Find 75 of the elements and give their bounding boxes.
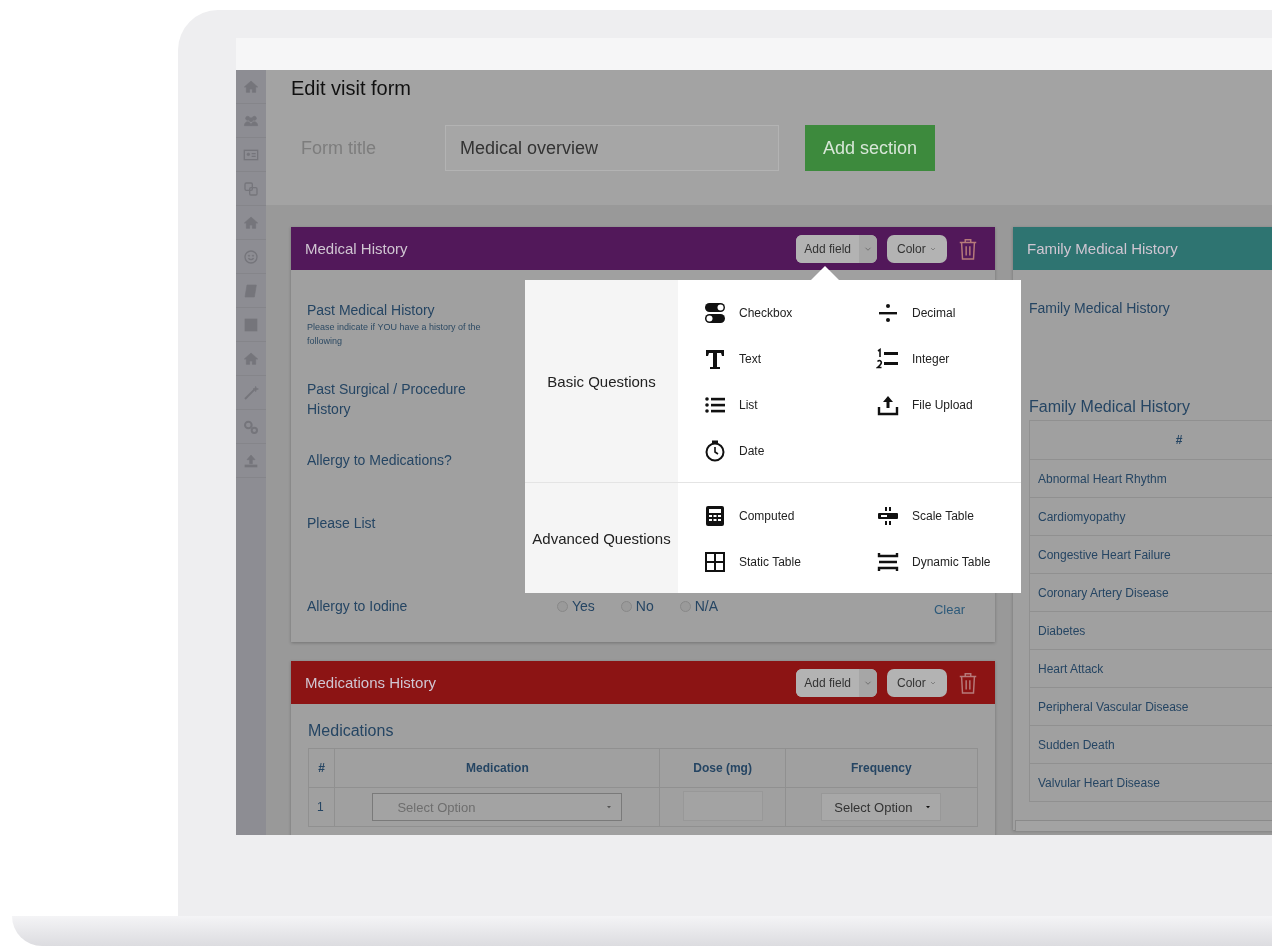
section-title: Medical History xyxy=(305,240,409,257)
scale-table-icon xyxy=(876,504,900,528)
divide-icon xyxy=(876,301,900,325)
column-header: Dose (mg) xyxy=(660,748,786,788)
table-cell: Valvular Heart Disease xyxy=(1029,763,1272,802)
menu-item[interactable]: Text xyxy=(703,336,876,382)
dropdown-arrow-icon xyxy=(605,803,614,811)
menu-item[interactable]: Static Table xyxy=(703,539,876,585)
question-label: Allergy to Medications? xyxy=(307,451,453,470)
table-heading: Family Medical History xyxy=(1029,398,1191,416)
copy-icon[interactable] xyxy=(243,180,259,197)
table-cell: Heart Attack xyxy=(1029,649,1272,688)
question-label: Past Medical History xyxy=(307,301,436,320)
color-button[interactable]: Color xyxy=(887,668,947,697)
radio-button[interactable] xyxy=(557,600,568,612)
radio-label: No xyxy=(635,598,654,614)
numbered-list-icon xyxy=(876,347,900,371)
book-icon[interactable] xyxy=(243,282,259,299)
menu-item[interactable]: Scale Table xyxy=(876,493,1026,539)
home-icon[interactable] xyxy=(243,214,259,231)
radio-button[interactable] xyxy=(679,600,691,612)
home-icon[interactable] xyxy=(243,350,259,367)
column-header: # xyxy=(1029,420,1272,460)
menu-item[interactable]: Date xyxy=(703,428,876,474)
dropdown-arrow-icon xyxy=(924,803,933,811)
menu-item[interactable]: Computed xyxy=(703,493,876,539)
color-button[interactable]: Color xyxy=(887,234,947,263)
question-hint: Please indicate if YOU have a history of the following xyxy=(307,321,482,348)
menu-item[interactable]: Integer xyxy=(876,336,1026,382)
section-title: Family Medical History xyxy=(1027,240,1179,257)
question-label: Family Medical History xyxy=(1029,300,1171,316)
menu-item[interactable]: Decimal xyxy=(876,290,1026,336)
form-title-field[interactable]: Medical overview xyxy=(445,125,779,171)
row-number: 1 xyxy=(308,787,335,827)
dynamic-table-icon xyxy=(876,550,900,574)
menu-group-title: Advanced Questions xyxy=(525,483,678,593)
square-icon[interactable] xyxy=(243,316,259,333)
text-icon xyxy=(703,347,727,371)
column-header: Medication xyxy=(334,748,660,788)
menu-item[interactable]: Checkbox xyxy=(703,290,876,336)
table-cell: Diabetes xyxy=(1029,611,1272,650)
table-cell: Cardiomyopathy xyxy=(1029,497,1272,536)
table-cell: Peripheral Vascular Disease xyxy=(1029,687,1272,726)
wand-icon[interactable] xyxy=(243,384,259,401)
menu-item[interactable]: File Upload xyxy=(876,382,1026,428)
question-label: Please List xyxy=(307,514,377,533)
dropdown-toggle[interactable] xyxy=(859,234,877,263)
table-heading: Medications xyxy=(308,722,395,740)
toggle-icon xyxy=(703,301,727,325)
radio-label: N/A xyxy=(694,598,719,614)
table-icon xyxy=(703,550,727,574)
menu-item[interactable]: List xyxy=(703,382,876,428)
smiley-icon[interactable] xyxy=(243,248,259,265)
question-label: Past Surgical / Procedure History xyxy=(307,380,467,419)
gears-icon[interactable] xyxy=(243,418,259,435)
radio-button[interactable] xyxy=(620,600,632,612)
section-title: Medications History xyxy=(305,674,437,691)
scrollbar[interactable] xyxy=(1015,820,1272,832)
frequency-select[interactable]: Select Option xyxy=(821,793,942,821)
table-cell: Congestive Heart Failure xyxy=(1029,535,1272,574)
table-cell: Abnormal Heart Rhythm xyxy=(1029,459,1272,498)
upload-icon[interactable] xyxy=(243,452,259,469)
column-header: # xyxy=(308,748,335,788)
page-title: Edit visit form xyxy=(291,76,413,100)
radio-label: Yes xyxy=(572,598,595,614)
home-icon[interactable] xyxy=(243,78,259,95)
column-header: Frequency xyxy=(785,748,978,788)
table-cell: Coronary Artery Disease xyxy=(1029,573,1272,612)
menu-group-title: Basic Questions xyxy=(525,280,678,482)
stopwatch-icon xyxy=(703,439,727,463)
menu-item[interactable]: Dynamic Table xyxy=(876,539,1026,585)
calculator-icon xyxy=(703,504,727,528)
question-label: Allergy to Iodine xyxy=(307,597,409,616)
table-cell: Sudden Death xyxy=(1029,725,1272,764)
dropdown-toggle[interactable] xyxy=(859,668,877,697)
